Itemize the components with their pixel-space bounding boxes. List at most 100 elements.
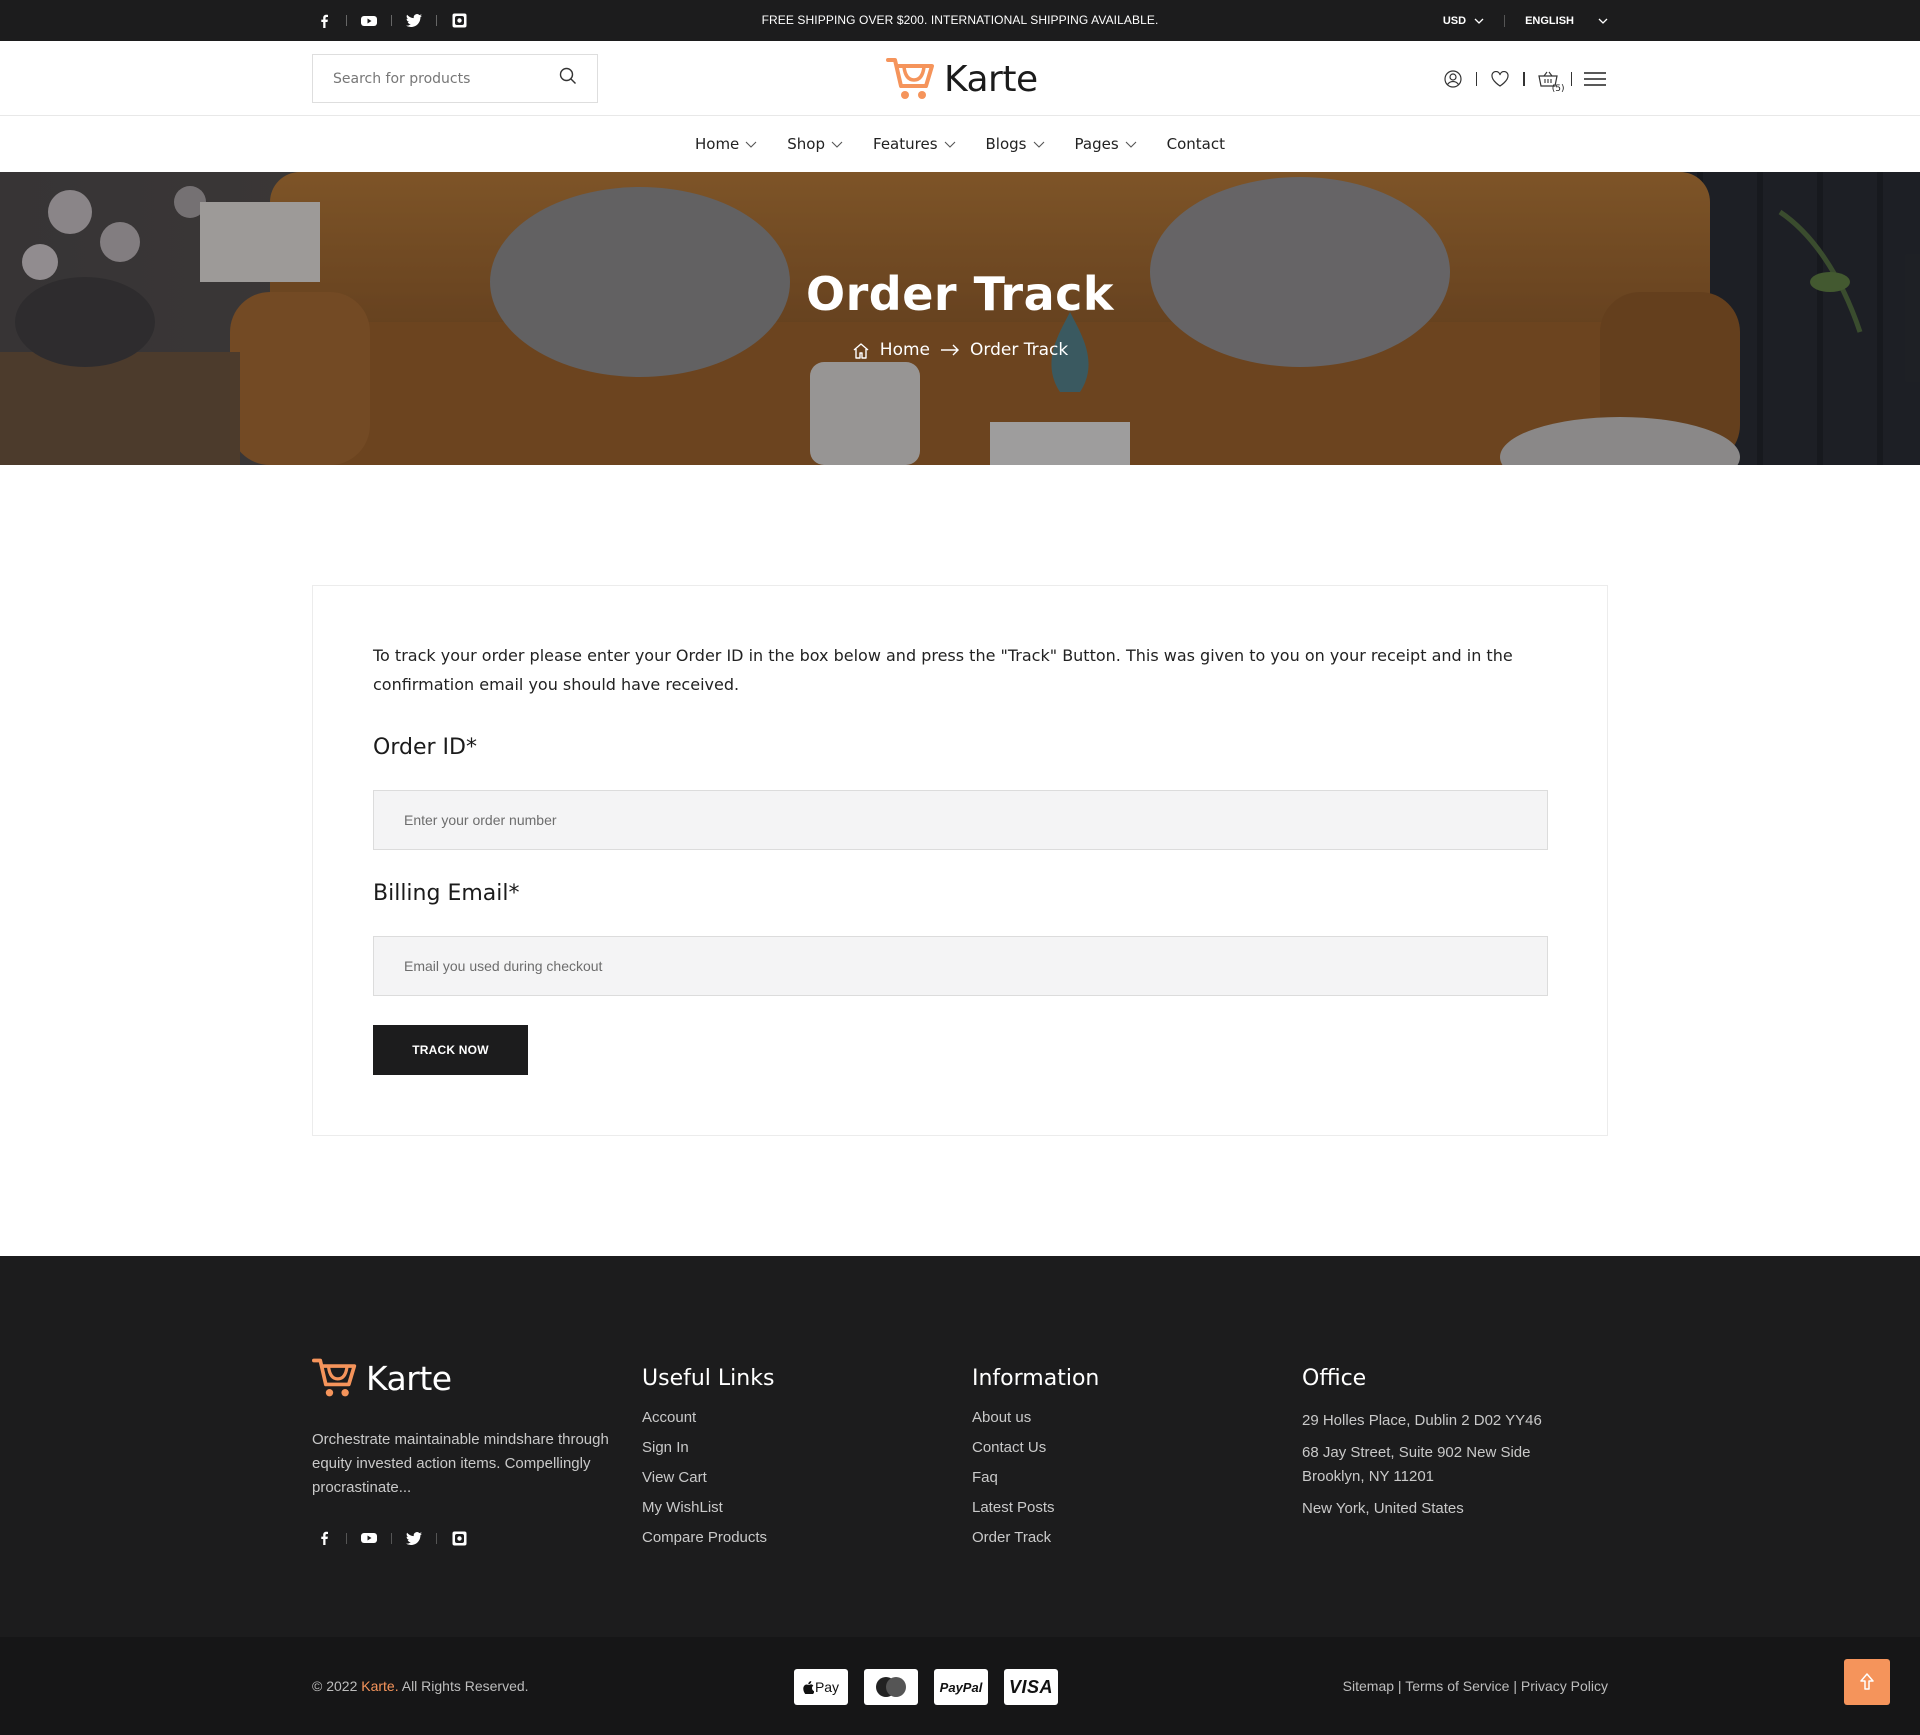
footer-useful-links: Useful Links Account Sign In View Cart M…: [642, 1352, 774, 1559]
footer-about: Karte Orchestrate maintainable mindshare…: [312, 1354, 622, 1550]
divider: [1570, 72, 1572, 86]
nav-item-home[interactable]: Home: [695, 135, 757, 153]
visa-icon: VISA: [1004, 1669, 1058, 1705]
language-select[interactable]: ENGLISH: [1525, 15, 1608, 27]
footer-link-about[interactable]: About us: [972, 1409, 1099, 1427]
footer-social-links: [312, 1526, 622, 1550]
search-input[interactable]: [333, 70, 559, 87]
logo[interactable]: Karte: [886, 55, 1038, 103]
order-id-label: Order ID*: [373, 735, 477, 760]
nav-item-label: Contact: [1166, 135, 1225, 153]
breadcrumb-home-link[interactable]: Home: [880, 340, 930, 360]
nav-item-features[interactable]: Features: [873, 135, 956, 153]
nav-item-label: Home: [694, 135, 740, 153]
apple-pay-icon: Pay: [794, 1669, 848, 1705]
footer-description: Orchestrate maintainable mindshare throu…: [312, 1431, 609, 1496]
footer-bottom-bar: © 2022 Karte. All Rights Reserved. Pay P…: [0, 1637, 1920, 1735]
billing-email-input[interactable]: [373, 936, 1548, 996]
divider: [436, 1532, 437, 1544]
page-title: Order Track: [805, 267, 1115, 321]
legal-links[interactable]: Sitemap | Terms of Service | Privacy Pol…: [1343, 1637, 1608, 1735]
divider: [346, 1532, 347, 1544]
paypal-icon: PayPal: [934, 1669, 988, 1705]
footer-heading: Information: [972, 1366, 1100, 1391]
footer-link-sign-in[interactable]: Sign In: [642, 1439, 774, 1457]
nav-item-label: Shop: [787, 135, 826, 153]
nav-item-label: Blogs: [985, 135, 1027, 153]
header-actions: (5): [1440, 65, 1609, 94]
currency-select[interactable]: USD: [1443, 15, 1484, 27]
copyright-brand-link[interactable]: Karte.: [361, 1678, 398, 1694]
instagram-icon[interactable]: [447, 1526, 471, 1550]
divider: [1475, 72, 1477, 86]
chevron-down-icon: [1598, 18, 1608, 24]
site-header: Karte (5): [0, 41, 1920, 116]
nav-item-shop[interactable]: Shop: [787, 135, 843, 153]
main-nav: Home Shop Features Blogs Pages Contact: [0, 116, 1920, 172]
arrow-right-icon: [941, 344, 959, 356]
nav-item-label: Features: [873, 135, 938, 153]
footer-link-view-cart[interactable]: View Cart: [642, 1469, 774, 1487]
office-address: 29 Holles Place, Dublin 2 D02 YY46: [1302, 1412, 1542, 1429]
footer-logo[interactable]: Karte: [312, 1354, 622, 1402]
cart-icon[interactable]: (5): [1535, 66, 1565, 94]
twitter-icon[interactable]: [402, 1526, 426, 1550]
footer-heading: Office: [1302, 1366, 1367, 1391]
scroll-to-top-button[interactable]: [1844, 1659, 1890, 1705]
office-address: 68 Jay Street, Suite 902 New Side Brookl…: [1302, 1444, 1531, 1485]
chevron-down-icon: [1033, 141, 1044, 148]
search-icon[interactable]: [559, 67, 577, 90]
order-track-form: To track your order please enter your Or…: [312, 585, 1608, 1136]
heart-icon[interactable]: [1487, 66, 1513, 92]
divider: [1523, 72, 1525, 86]
page-banner: Order Track Home Order Track: [0, 172, 1920, 465]
footer-link-latest-posts[interactable]: Latest Posts: [972, 1499, 1099, 1517]
divider: [1504, 14, 1506, 27]
nav-item-blogs[interactable]: Blogs: [986, 135, 1045, 153]
menu-icon[interactable]: [1582, 66, 1608, 92]
home-icon: [853, 342, 869, 359]
divider: [391, 1532, 392, 1544]
logo-text: Karte: [944, 58, 1038, 100]
footer-heading: Useful Links: [642, 1366, 775, 1391]
facebook-icon[interactable]: [312, 1526, 336, 1550]
chevron-down-icon: [831, 141, 843, 148]
form-intro: To track your order please enter your Or…: [373, 646, 1513, 694]
footer-link-compare[interactable]: Compare Products: [642, 1529, 774, 1547]
cart-count: (5): [1551, 84, 1565, 94]
copyright-prefix: © 2022: [312, 1678, 362, 1694]
office-address: New York, United States: [1302, 1500, 1464, 1517]
top-selectors: USD ENGLISH: [1443, 0, 1608, 41]
track-now-button[interactable]: TRACK NOW: [373, 1025, 528, 1075]
nav-item-contact[interactable]: Contact: [1167, 135, 1225, 153]
arrow-up-icon: [1860, 1673, 1874, 1690]
chevron-down-icon: [745, 141, 757, 148]
cart-logo-icon: [886, 58, 934, 99]
language-value: ENGLISH: [1525, 14, 1574, 27]
user-icon[interactable]: [1440, 66, 1466, 92]
footer-office: Office 29 Holles Place, Dublin 2 D02 YY4…: [1302, 1352, 1562, 1529]
cart-logo-icon: [312, 1358, 357, 1397]
footer-link-contact[interactable]: Contact Us: [972, 1439, 1099, 1457]
nav-item-pages[interactable]: Pages: [1075, 135, 1137, 153]
footer-logo-text: Karte: [366, 1358, 452, 1398]
footer-link-order-track[interactable]: Order Track: [972, 1529, 1099, 1547]
payment-methods: Pay PayPal VISA: [794, 1669, 1058, 1705]
nav-item-label: Pages: [1074, 135, 1119, 153]
shipping-promo: FREE SHIPPING OVER $200. INTERNATIONAL S…: [761, 13, 1159, 27]
billing-email-label: Billing Email*: [373, 881, 520, 906]
apple-pay-label: Pay: [814, 1679, 840, 1695]
mastercard-icon: [864, 1669, 918, 1705]
site-footer: Karte Orchestrate maintainable mindshare…: [0, 1256, 1920, 1637]
youtube-icon[interactable]: [357, 1526, 381, 1550]
footer-link-wishlist[interactable]: My WishList: [642, 1499, 774, 1517]
chevron-down-icon: [1474, 18, 1484, 24]
chevron-down-icon: [944, 141, 955, 148]
copyright-suffix: All Rights Reserved.: [398, 1678, 529, 1694]
breadcrumb-current: Order Track: [970, 340, 1069, 360]
order-id-input[interactable]: [373, 790, 1548, 850]
footer-link-account[interactable]: Account: [642, 1409, 774, 1427]
copyright: © 2022 Karte. All Rights Reserved.: [312, 1637, 529, 1735]
footer-link-faq[interactable]: Faq: [972, 1469, 1099, 1487]
currency-value: USD: [1442, 14, 1467, 27]
